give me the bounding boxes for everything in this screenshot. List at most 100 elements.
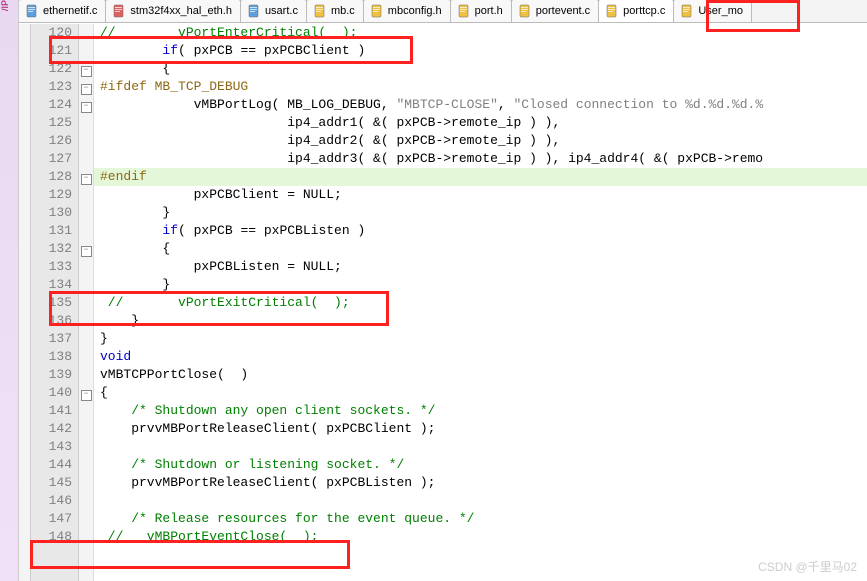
code-line[interactable]: { <box>100 60 867 78</box>
code-line[interactable]: pxPCBClient = NULL; <box>100 186 867 204</box>
fold-cell <box>79 42 93 60</box>
fold-cell <box>79 438 93 456</box>
file-icon <box>680 4 694 18</box>
code-line[interactable]: ip4_addr3( &( pxPCB->remote_ip ) ), ip4_… <box>100 150 867 168</box>
fold-cell[interactable]: − <box>79 384 93 402</box>
code-token: /* Shutdown or listening socket. */ <box>100 457 404 472</box>
file-icon <box>25 4 39 18</box>
left-strip-label: /IP <box>0 0 10 13</box>
code-line[interactable]: if( pxPCB == pxPCBListen ) <box>100 222 867 240</box>
tab-user-mo[interactable]: User_mo <box>673 0 752 22</box>
line-number: 138 <box>31 348 72 366</box>
code-token: pxPCBClient = NULL; <box>100 187 342 202</box>
code-line[interactable]: // vMBPortEventClose( ); <box>100 528 867 546</box>
fold-cell <box>79 312 93 330</box>
code-line[interactable]: // vPortExitCritical( ); <box>100 294 867 312</box>
fold-cell[interactable]: − <box>79 240 93 258</box>
code-line[interactable]: #ifdef MB_TCP_DEBUG <box>100 78 867 96</box>
fold-toggle-icon[interactable]: − <box>81 84 92 95</box>
fold-cell <box>79 528 93 546</box>
fold-cell <box>79 420 93 438</box>
fold-toggle-icon[interactable]: − <box>81 174 92 185</box>
fold-cell[interactable]: − <box>79 60 93 78</box>
code-line[interactable]: #endif <box>100 168 867 186</box>
code-token <box>100 43 162 58</box>
fold-cell <box>79 24 93 42</box>
code-line[interactable] <box>100 438 867 456</box>
code-token: "MBTCP-CLOSE" <box>396 97 497 112</box>
code-line[interactable]: { <box>100 384 867 402</box>
code-editor: 1201211221231241251261271281291301311321… <box>30 24 867 581</box>
code-line[interactable]: pxPCBListen = NULL; <box>100 258 867 276</box>
fold-cell <box>79 474 93 492</box>
line-number: 145 <box>31 474 72 492</box>
tab-ethernetif-c[interactable]: ethernetif.c <box>18 0 106 22</box>
code-token: ( pxPCB == pxPCBClient ) <box>178 43 365 58</box>
code-line[interactable]: } <box>100 204 867 222</box>
code-line[interactable]: ip4_addr2( &( pxPCB->remote_ip ) ), <box>100 132 867 150</box>
fold-cell[interactable]: − <box>79 78 93 96</box>
code-line[interactable]: vMBPortLog( MB_LOG_DEBUG, "MBTCP-CLOSE",… <box>100 96 867 114</box>
code-token: } <box>100 331 108 346</box>
code-line[interactable]: /* Shutdown or listening socket. */ <box>100 456 867 474</box>
code-token: pxPCBListen = NULL; <box>100 259 342 274</box>
code-area[interactable]: // vPortEnterCritical( ); if( pxPCB == p… <box>94 24 867 581</box>
fold-cell <box>79 132 93 150</box>
code-line[interactable]: void <box>100 348 867 366</box>
code-line[interactable]: { <box>100 240 867 258</box>
file-icon <box>313 4 327 18</box>
tab-mb-c[interactable]: mb.c <box>306 0 364 22</box>
code-line[interactable]: // vPortEnterCritical( ); <box>100 24 867 42</box>
fold-cell[interactable]: − <box>79 168 93 186</box>
tab-stm32f4xx-hal-eth-h[interactable]: stm32f4xx_hal_eth.h <box>105 0 241 22</box>
code-line[interactable]: prvvMBPortReleaseClient( pxPCBClient ); <box>100 420 867 438</box>
fold-cell <box>79 276 93 294</box>
code-line[interactable]: /* Release resources for the event queue… <box>100 510 867 528</box>
code-line[interactable]: } <box>100 276 867 294</box>
code-line[interactable]: vMBTCPPortClose( ) <box>100 366 867 384</box>
tab-label: ethernetif.c <box>43 5 97 17</box>
code-line[interactable]: ip4_addr1( &( pxPCB->remote_ip ) ), <box>100 114 867 132</box>
tab-label: porttcp.c <box>623 5 665 17</box>
code-token: vMBPortLog( MB_LOG_DEBUG, <box>100 97 396 112</box>
tab-mbconfig-h[interactable]: mbconfig.h <box>363 0 451 22</box>
code-line[interactable] <box>100 492 867 510</box>
line-number: 133 <box>31 258 72 276</box>
fold-cell <box>79 510 93 528</box>
fold-cell[interactable]: − <box>79 96 93 114</box>
code-token: /* Release resources for the event queue… <box>100 511 474 526</box>
fold-cell <box>79 222 93 240</box>
line-number: 140 <box>31 384 72 402</box>
code-token: "Closed connection to %d.%d.%d.% <box>513 97 763 112</box>
line-number-gutter: 1201211221231241251261271281291301311321… <box>31 24 79 581</box>
fold-toggle-icon[interactable]: − <box>81 66 92 77</box>
code-line[interactable]: prvvMBPortReleaseClient( pxPCBListen ); <box>100 474 867 492</box>
fold-toggle-icon[interactable]: − <box>81 390 92 401</box>
code-line[interactable]: } <box>100 312 867 330</box>
line-number: 130 <box>31 204 72 222</box>
code-line[interactable]: } <box>100 330 867 348</box>
tab-port-h[interactable]: port.h <box>450 0 512 22</box>
file-icon <box>370 4 384 18</box>
tab-label: port.h <box>475 5 503 17</box>
code-token <box>100 223 162 238</box>
fold-cell <box>79 330 93 348</box>
code-line[interactable]: if( pxPCB == pxPCBClient ) <box>100 42 867 60</box>
code-line[interactable]: /* Shutdown any open client sockets. */ <box>100 402 867 420</box>
line-number: 141 <box>31 402 72 420</box>
fold-toggle-icon[interactable]: − <box>81 102 92 113</box>
fold-column[interactable]: − − − − − − <box>79 24 94 581</box>
tab-portevent-c[interactable]: portevent.c <box>511 0 599 22</box>
fold-cell <box>79 150 93 168</box>
tab-usart-c[interactable]: usart.c <box>240 0 307 22</box>
line-number: 120 <box>31 24 72 42</box>
tab-porttcp-c[interactable]: porttcp.c <box>598 0 674 22</box>
code-token: vMBTCPPortClose( ) <box>100 367 248 382</box>
line-number: 125 <box>31 114 72 132</box>
fold-toggle-icon[interactable]: − <box>81 246 92 257</box>
file-icon <box>605 4 619 18</box>
fold-cell <box>79 294 93 312</box>
line-number: 123 <box>31 78 72 96</box>
code-token: /* Shutdown any open client sockets. */ <box>100 403 435 418</box>
tab-label: mb.c <box>331 5 355 17</box>
